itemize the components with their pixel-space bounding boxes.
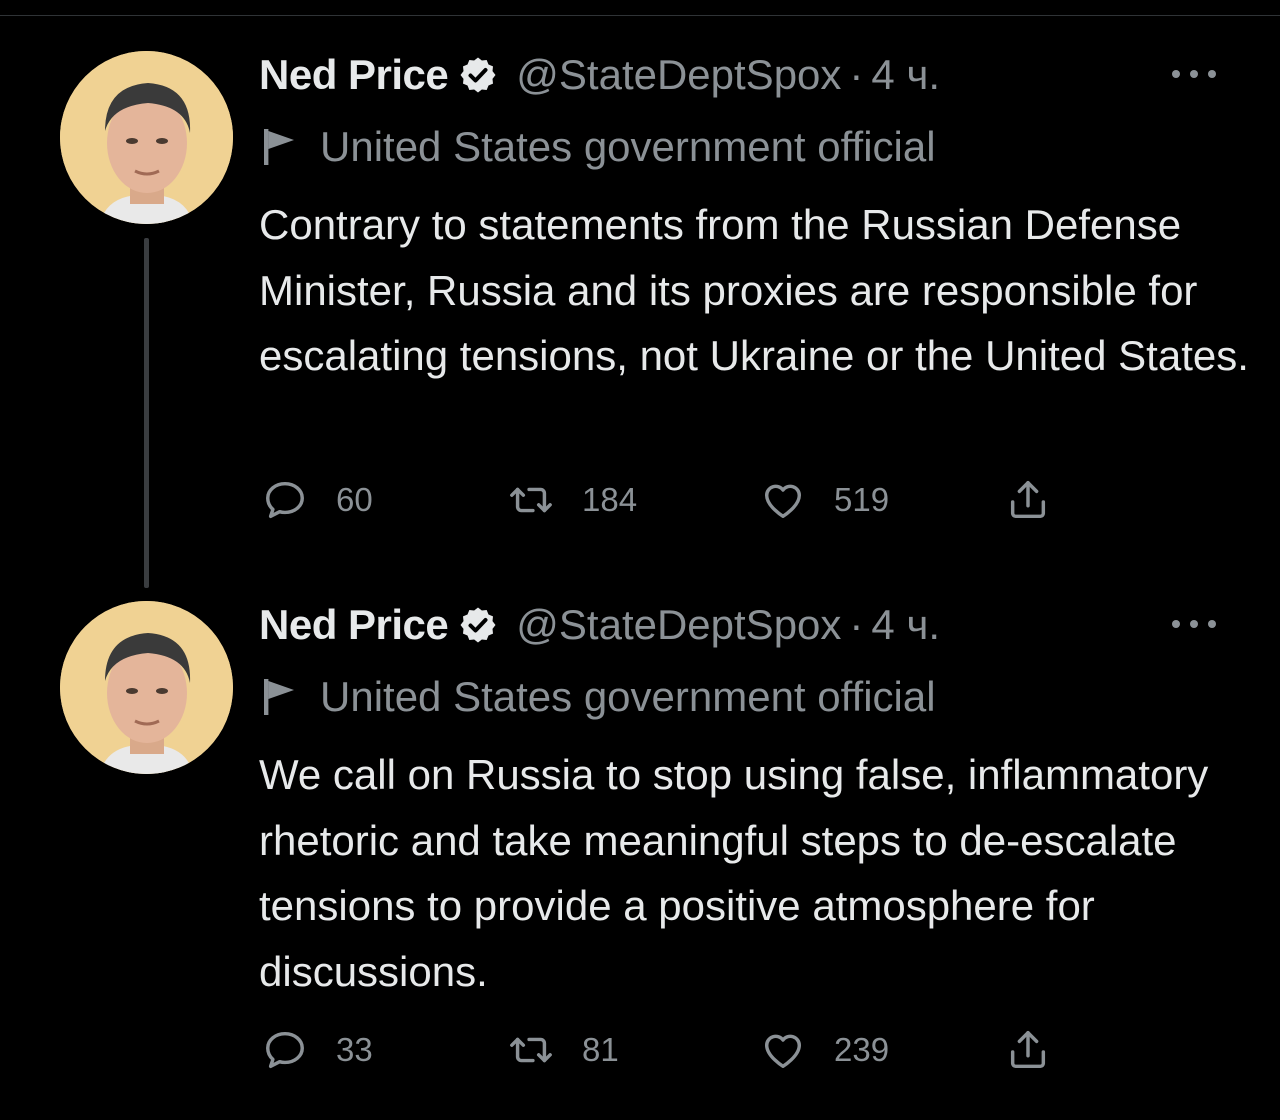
account-label[interactable]: United States government official [262,672,936,722]
tweet-actions: 60 184 519 [0,470,1280,530]
separator-dot: · [849,51,864,98]
retweet-icon [510,1037,552,1063]
share-button[interactable] [1005,1020,1051,1080]
reply-button[interactable]: 60 [262,470,373,530]
tweet-header: Ned Price @StateDeptSpox · 4 ч. [259,48,940,102]
retweet-button[interactable]: 81 [508,1020,619,1080]
more-icon[interactable] [1172,64,1216,84]
reply-count: 33 [336,1031,373,1068]
avatar-image [60,601,233,774]
retweet-icon [510,487,552,513]
tweet-timestamp[interactable]: 4 ч. [871,601,940,649]
avatar-image [60,51,233,224]
author-name[interactable]: Ned Price [259,51,449,99]
flag-icon [264,129,294,165]
like-icon [764,484,802,519]
avatar[interactable] [60,601,233,774]
reply-count: 60 [336,481,373,518]
account-label-text: United States government official [320,123,936,170]
share-icon [1010,481,1046,519]
reply-button[interactable]: 33 [262,1020,373,1080]
author-name[interactable]: Ned Price [259,601,449,649]
account-label[interactable]: United States government official [262,122,936,172]
verified-badge-icon [460,607,496,643]
tweet-text: Contrary to statements from the Russian … [259,201,1249,379]
reply-icon [266,481,304,519]
retweet-count: 184 [582,481,638,518]
retweet-count: 81 [582,1031,619,1068]
tweet-actions: 33 81 239 [0,1020,1280,1080]
more-icon[interactable] [1172,614,1216,634]
like-count: 519 [834,481,890,518]
flag-icon [264,679,294,715]
tweet-text: We call on Russia to stop using false, i… [259,751,1209,995]
reply-icon [266,1031,304,1069]
tweet-timestamp[interactable]: 4 ч. [871,51,940,99]
like-count: 239 [834,1031,890,1068]
account-label-text: United States government official [320,673,936,720]
retweet-button[interactable]: 184 [508,470,637,530]
share-button[interactable] [1005,470,1051,530]
author-handle[interactable]: @StateDeptSpox [516,601,841,649]
like-icon [764,1034,802,1069]
thread-connector-line [144,238,149,588]
share-icon [1010,1031,1046,1069]
author-handle[interactable]: @StateDeptSpox [516,51,841,99]
avatar[interactable] [60,51,233,224]
like-button[interactable]: 519 [760,470,889,530]
tweet-header: Ned Price @StateDeptSpox · 4 ч. [259,598,940,652]
like-button[interactable]: 239 [760,1020,889,1080]
verified-badge-icon [460,57,496,93]
separator-dot: · [849,601,864,648]
top-divider [0,15,1280,16]
